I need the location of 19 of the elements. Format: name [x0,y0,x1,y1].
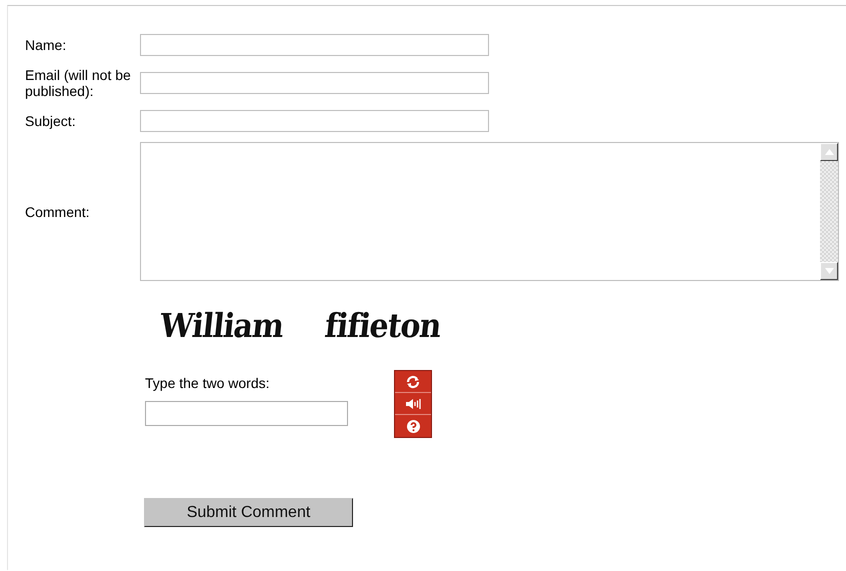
captcha-word: William [158,307,285,346]
field-label: Email (will not be published): [25,67,132,99]
submit-button[interactable]: Submit Comment [144,498,353,527]
down-arrow-icon [824,268,834,274]
scroll-up-button[interactable] [820,143,838,161]
refresh-icon [406,374,420,388]
text-field[interactable] [140,34,489,56]
field-label: Name: [25,37,68,53]
captcha-prompt: Type the two words: [145,375,271,391]
captcha-input-field[interactable] [145,401,348,426]
captcha-word: fifieton [322,307,442,346]
help-icon [406,420,420,432]
text-field[interactable] [140,72,489,94]
field-label: Comment: [25,204,91,220]
text-field[interactable] [140,110,489,132]
up-arrow-icon [824,149,834,155]
speaker-icon [405,398,421,410]
scroll-down-button[interactable] [820,262,838,280]
field-label: Subject: [25,113,77,129]
